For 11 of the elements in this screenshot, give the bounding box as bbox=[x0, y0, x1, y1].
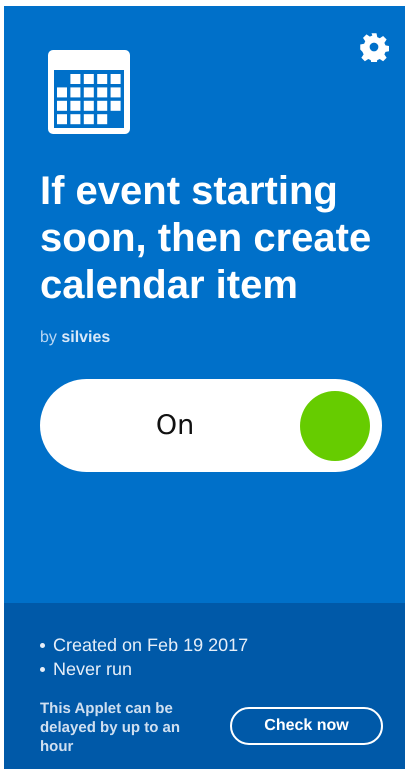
bullet-icon bbox=[40, 642, 45, 648]
author-text: by silvies bbox=[40, 329, 112, 347]
detail-text: Created on Feb 19 2017 bbox=[53, 634, 248, 657]
calendar-icon bbox=[48, 50, 130, 134]
detail-text: Never run bbox=[53, 658, 132, 681]
check-now-button[interactable]: Check now bbox=[230, 707, 383, 745]
delay-note: This Applet can be delayed by up to an hour bbox=[40, 699, 182, 756]
applet-title: If event starting soon, then create calendar item bbox=[40, 168, 372, 309]
bullet-icon bbox=[40, 666, 45, 672]
toggle-switch[interactable]: On bbox=[40, 379, 382, 472]
settings-icon[interactable] bbox=[359, 32, 389, 62]
